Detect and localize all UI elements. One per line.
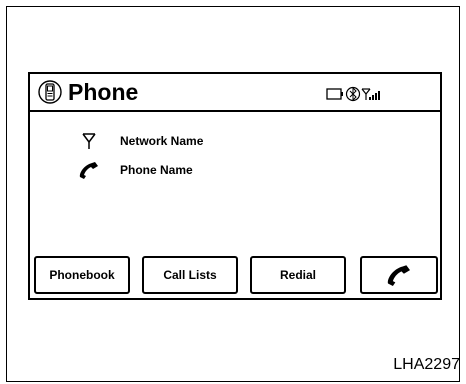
antenna-icon — [82, 133, 96, 149]
phone-handset-icon — [387, 265, 410, 286]
phone-name-label: Phone Name — [120, 163, 193, 177]
mobile-phone-icon — [38, 80, 62, 104]
network-name-row: Network Name — [78, 132, 278, 150]
figure-code: LHA2297 — [393, 356, 460, 373]
call-button[interactable] — [360, 256, 438, 294]
bluetooth-icon — [345, 86, 361, 102]
redial-button[interactable]: Redial — [250, 256, 346, 294]
network-name-label: Network Name — [120, 134, 204, 148]
phone-screen: Phone Network Name Phone Name Phonebook … — [28, 72, 442, 300]
call-lists-button[interactable]: Call Lists — [142, 256, 238, 294]
signal-strength-icon — [361, 88, 380, 100]
phonebook-button[interactable]: Phonebook — [34, 256, 130, 294]
title-bar: Phone — [30, 74, 440, 112]
battery-icon — [326, 88, 343, 100]
screen-title: Phone — [68, 79, 139, 105]
phone-handset-icon — [79, 162, 98, 179]
status-icons — [326, 86, 380, 102]
phone-name-row: Phone Name — [78, 161, 278, 179]
